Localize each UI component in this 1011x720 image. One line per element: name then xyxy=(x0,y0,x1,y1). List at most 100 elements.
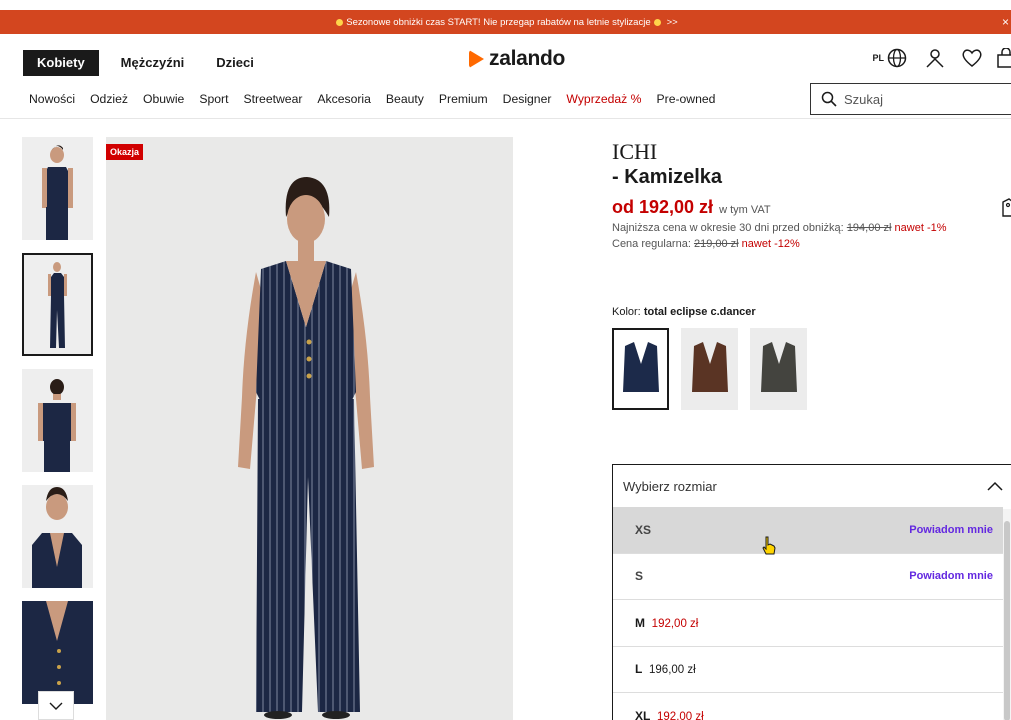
price: od 192,00 zł xyxy=(612,197,714,217)
regular-old-price: 219,00 zł xyxy=(693,238,739,250)
size-option-xs[interactable]: XS Powiadom mnie xyxy=(613,507,1003,554)
regular-discount: nawet -12% xyxy=(741,238,800,250)
product-info: ICHI - Kamizelka od 192,00 zł w tym VAT … xyxy=(612,140,982,252)
thumbnails-down-button[interactable] xyxy=(38,691,74,720)
color-swatches xyxy=(612,328,819,410)
gender-tabs: Kobiety Mężczyźni Dzieci xyxy=(23,50,286,76)
nav-odziez[interactable]: Odzież xyxy=(90,92,128,106)
promo-text: Sezonowe obniżki czas START! Nie przegap… xyxy=(346,16,651,28)
size-label: M xyxy=(635,615,645,630)
nav-sport[interactable]: Sport xyxy=(199,92,228,106)
thumbnail-5[interactable] xyxy=(22,601,93,704)
lowest-discount: nawet -1% xyxy=(894,222,947,234)
zalando-logo[interactable]: zalando xyxy=(469,47,565,71)
price-row: od 192,00 zł w tym VAT xyxy=(612,197,982,218)
nav-pre-owned[interactable]: Pre-owned xyxy=(657,92,716,106)
vat-note: w tym VAT xyxy=(719,204,771,216)
notify-me-link[interactable]: Powiadom mnie xyxy=(909,524,993,536)
swatch-grey[interactable] xyxy=(750,328,807,410)
vest-swatch-image xyxy=(691,342,728,392)
close-icon[interactable]: × xyxy=(1002,15,1009,29)
thumbnail-2[interactable] xyxy=(22,253,93,356)
promo-arrow[interactable]: >> xyxy=(667,17,678,28)
thumbnail-1[interactable] xyxy=(22,137,93,240)
nav-akcesoria[interactable]: Akcesoria xyxy=(317,92,371,106)
main-product-image[interactable] xyxy=(106,137,513,720)
search-input[interactable]: Szukaj xyxy=(810,83,1011,115)
regular-prefix: Cena regularna: xyxy=(612,238,691,250)
nav-designer[interactable]: Designer xyxy=(503,92,552,106)
thumbnail-image xyxy=(42,145,73,240)
nav-wyprzedaz[interactable]: Wyprzedaż % xyxy=(566,92,641,106)
price-tag-icon[interactable] xyxy=(1001,198,1011,218)
promo-dot-icon xyxy=(336,18,344,26)
size-price: 192,00 zł xyxy=(651,617,699,630)
site-header: Kobiety Mężczyźni Dzieci zalando PL xyxy=(0,34,1011,89)
size-option-l[interactable]: L 196,00 zł xyxy=(613,647,1003,693)
color-name: total eclipse c.dancer xyxy=(643,306,756,318)
size-list-scrollbar[interactable] xyxy=(1003,509,1011,720)
logo-text: zalando xyxy=(489,47,566,70)
vest-swatch-image xyxy=(760,342,797,392)
scrollbar-thumb[interactable] xyxy=(1004,521,1010,720)
okazja-badge: Okazja xyxy=(106,144,144,160)
language-code[interactable]: PL xyxy=(872,53,884,63)
size-price: 192,00 zł xyxy=(657,711,704,720)
nav-beauty[interactable]: Beauty xyxy=(386,92,424,106)
heart-icon[interactable] xyxy=(961,48,983,68)
user-icon[interactable] xyxy=(925,48,945,68)
tab-kobiety[interactable]: Kobiety xyxy=(23,50,99,76)
regular-price-note: Cena regularna: 219,00 zł nawet -12% xyxy=(612,237,982,252)
search-placeholder: Szukaj xyxy=(844,91,884,107)
size-option-s[interactable]: S Powiadom mnie xyxy=(613,554,1003,600)
size-option-xl[interactable]: XL 192,00 zł xyxy=(613,693,1003,720)
brand-name[interactable]: ICHI xyxy=(612,140,982,164)
size-dropdown-header[interactable]: Wybierz rozmiar xyxy=(613,465,1011,507)
thumbnail-image xyxy=(38,379,76,472)
header-divider xyxy=(0,118,1011,119)
chevron-down-icon xyxy=(49,702,63,710)
thumbnail-3[interactable] xyxy=(22,369,93,472)
header-icons: PL xyxy=(872,48,1011,68)
notify-me-link[interactable]: Powiadom mnie xyxy=(909,570,993,582)
model-image xyxy=(238,177,374,719)
vest-swatch-image xyxy=(622,342,659,392)
size-option-m[interactable]: M 192,00 zł xyxy=(613,600,1003,647)
tab-dzieci[interactable]: Dzieci xyxy=(216,50,254,76)
nav-obuwie[interactable]: Obuwie xyxy=(143,92,184,106)
nav-premium[interactable]: Premium xyxy=(439,92,488,106)
globe-icon[interactable] xyxy=(887,48,907,68)
thumbnail-image xyxy=(32,487,82,588)
size-dropdown[interactable]: Wybierz rozmiar XS Powiadom mnie S Powia… xyxy=(612,464,1011,720)
bag-icon[interactable] xyxy=(997,48,1011,68)
size-label: S xyxy=(635,569,644,584)
thumbnail-4[interactable] xyxy=(22,485,93,588)
size-label: L xyxy=(635,662,643,677)
search-icon xyxy=(821,91,837,107)
nav-streetwear[interactable]: Streetwear xyxy=(243,92,302,106)
category-nav: Nowości Odzież Obuwie Sport Streetwear A… xyxy=(29,92,730,106)
color-label: Kolor: total eclipse c.dancer xyxy=(612,306,756,318)
product-name: - Kamizelka xyxy=(612,166,723,188)
size-label: XS xyxy=(635,522,652,537)
logo-play-icon xyxy=(469,50,484,68)
lowest-price-note: Najniższa cena w okresie 30 dni przed ob… xyxy=(612,221,982,236)
swatch-brown[interactable] xyxy=(681,328,738,410)
thumbnail-image xyxy=(48,262,67,348)
chevron-up-icon[interactable] xyxy=(987,481,1003,491)
lowest-old-price: 194,00 zł xyxy=(846,222,892,234)
promo-dot-icon xyxy=(653,18,661,26)
promo-banner[interactable]: Sezonowe obniżki czas START! Nie przegap… xyxy=(0,10,1011,34)
swatch-total-eclipse[interactable] xyxy=(612,328,669,410)
color-label-prefix: Kolor: xyxy=(612,306,641,318)
nav-nowosci[interactable]: Nowości xyxy=(29,92,75,106)
size-label: XL xyxy=(635,709,651,720)
size-dropdown-label: Wybierz rozmiar xyxy=(623,478,717,494)
size-price: 196,00 zł xyxy=(649,664,696,677)
tab-mezczyzni[interactable]: Mężczyźni xyxy=(121,50,185,76)
lowest-prefix: Najniższa cena w okresie 30 dni przed ob… xyxy=(612,222,844,234)
thumbnail-image xyxy=(22,601,93,704)
hand-cursor-icon xyxy=(762,536,776,555)
thumbnail-list xyxy=(22,137,93,717)
size-list: XS Powiadom mnie S Powiadom mnie M 192,0… xyxy=(613,507,1003,720)
